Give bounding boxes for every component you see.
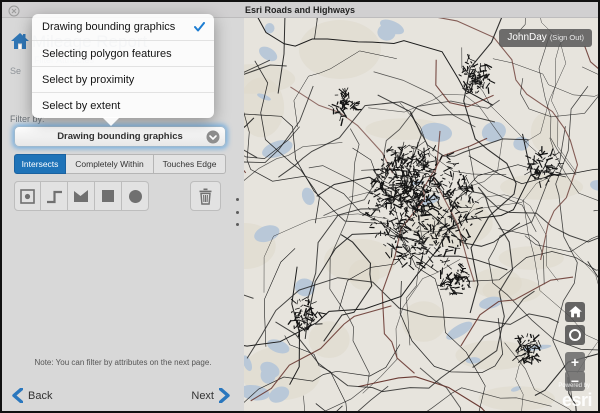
panel-resize-handle[interactable] [233, 198, 241, 226]
draw-tools-group [14, 181, 149, 211]
map-container: JohnDay (Sign Out) + − Powered by esri [244, 18, 598, 411]
trash-icon [198, 188, 213, 205]
menu-item-select-by-proximity[interactable]: Select by proximity [32, 66, 214, 92]
circle-icon [128, 189, 143, 204]
rectangle-icon [101, 189, 115, 203]
powered-by-label: Powered by [558, 383, 590, 389]
menu-item-select-by-extent[interactable]: Select by extent [32, 92, 214, 118]
home-icon[interactable] [10, 31, 30, 51]
filter-note: Note: You can filter by attributes on th… [2, 358, 244, 367]
esri-logo: esri [562, 390, 592, 411]
chevron-right-icon [219, 388, 230, 403]
selection-method-value: Drawing bounding graphics [57, 131, 183, 142]
checkmark-icon [194, 22, 205, 32]
selection-method-menu: Drawing bounding graphics Selecting poly… [32, 14, 214, 118]
menu-callout-arrow [102, 117, 120, 126]
map-home-icon [569, 306, 582, 318]
close-icon[interactable] [8, 4, 20, 16]
menu-item-drawing-bounding-graphics[interactable]: Drawing bounding graphics [32, 14, 214, 40]
menu-item-label: Select by proximity [42, 74, 134, 86]
back-button[interactable]: Back [12, 388, 52, 403]
draw-rectangle-button[interactable] [95, 181, 122, 211]
spatial-relation-tabs: Intersects Completely Within Touches Edg… [14, 154, 226, 174]
menu-item-label: Selecting polygon features [42, 48, 172, 60]
user-sign-out-button[interactable]: JohnDay (Sign Out) [499, 29, 592, 47]
polygon-icon [72, 188, 90, 204]
clear-graphics-button[interactable] [190, 181, 221, 211]
point-icon [19, 188, 36, 205]
next-button[interactable]: Next [191, 388, 230, 403]
draw-line-button[interactable] [41, 181, 68, 211]
map-locate-button[interactable] [565, 325, 585, 345]
chevron-down-icon [206, 130, 220, 144]
polyline-icon [45, 188, 64, 205]
menu-item-label: Drawing bounding graphics [42, 21, 175, 33]
map-canvas[interactable] [244, 18, 598, 411]
app-window: Esri Roads and Highways Mileage Report F… [0, 0, 600, 413]
chevron-left-icon [12, 388, 23, 403]
zoom-in-button[interactable]: + [565, 352, 585, 372]
menu-item-label: Select by extent [42, 100, 120, 112]
draw-polygon-button[interactable] [68, 181, 95, 211]
tab-touches-edge[interactable]: Touches Edge [154, 154, 226, 174]
back-label: Back [28, 390, 52, 402]
draw-circle-button[interactable] [122, 181, 149, 211]
next-label: Next [191, 390, 214, 402]
user-name: JohnDay [507, 32, 546, 43]
draw-point-button[interactable] [14, 181, 41, 211]
tab-completely-within[interactable]: Completely Within [66, 154, 154, 174]
map-home-button[interactable] [565, 302, 585, 322]
locate-icon [568, 328, 582, 342]
covered-text-fragment: Se [10, 66, 21, 76]
tab-intersects[interactable]: Intersects [14, 154, 66, 174]
selection-method-select[interactable]: Drawing bounding graphics [14, 126, 226, 147]
menu-item-selecting-polygon-features[interactable]: Selecting polygon features [32, 40, 214, 66]
sign-out-label: (Sign Out) [550, 33, 584, 42]
app-title: Esri Roads and Highways [245, 5, 355, 15]
